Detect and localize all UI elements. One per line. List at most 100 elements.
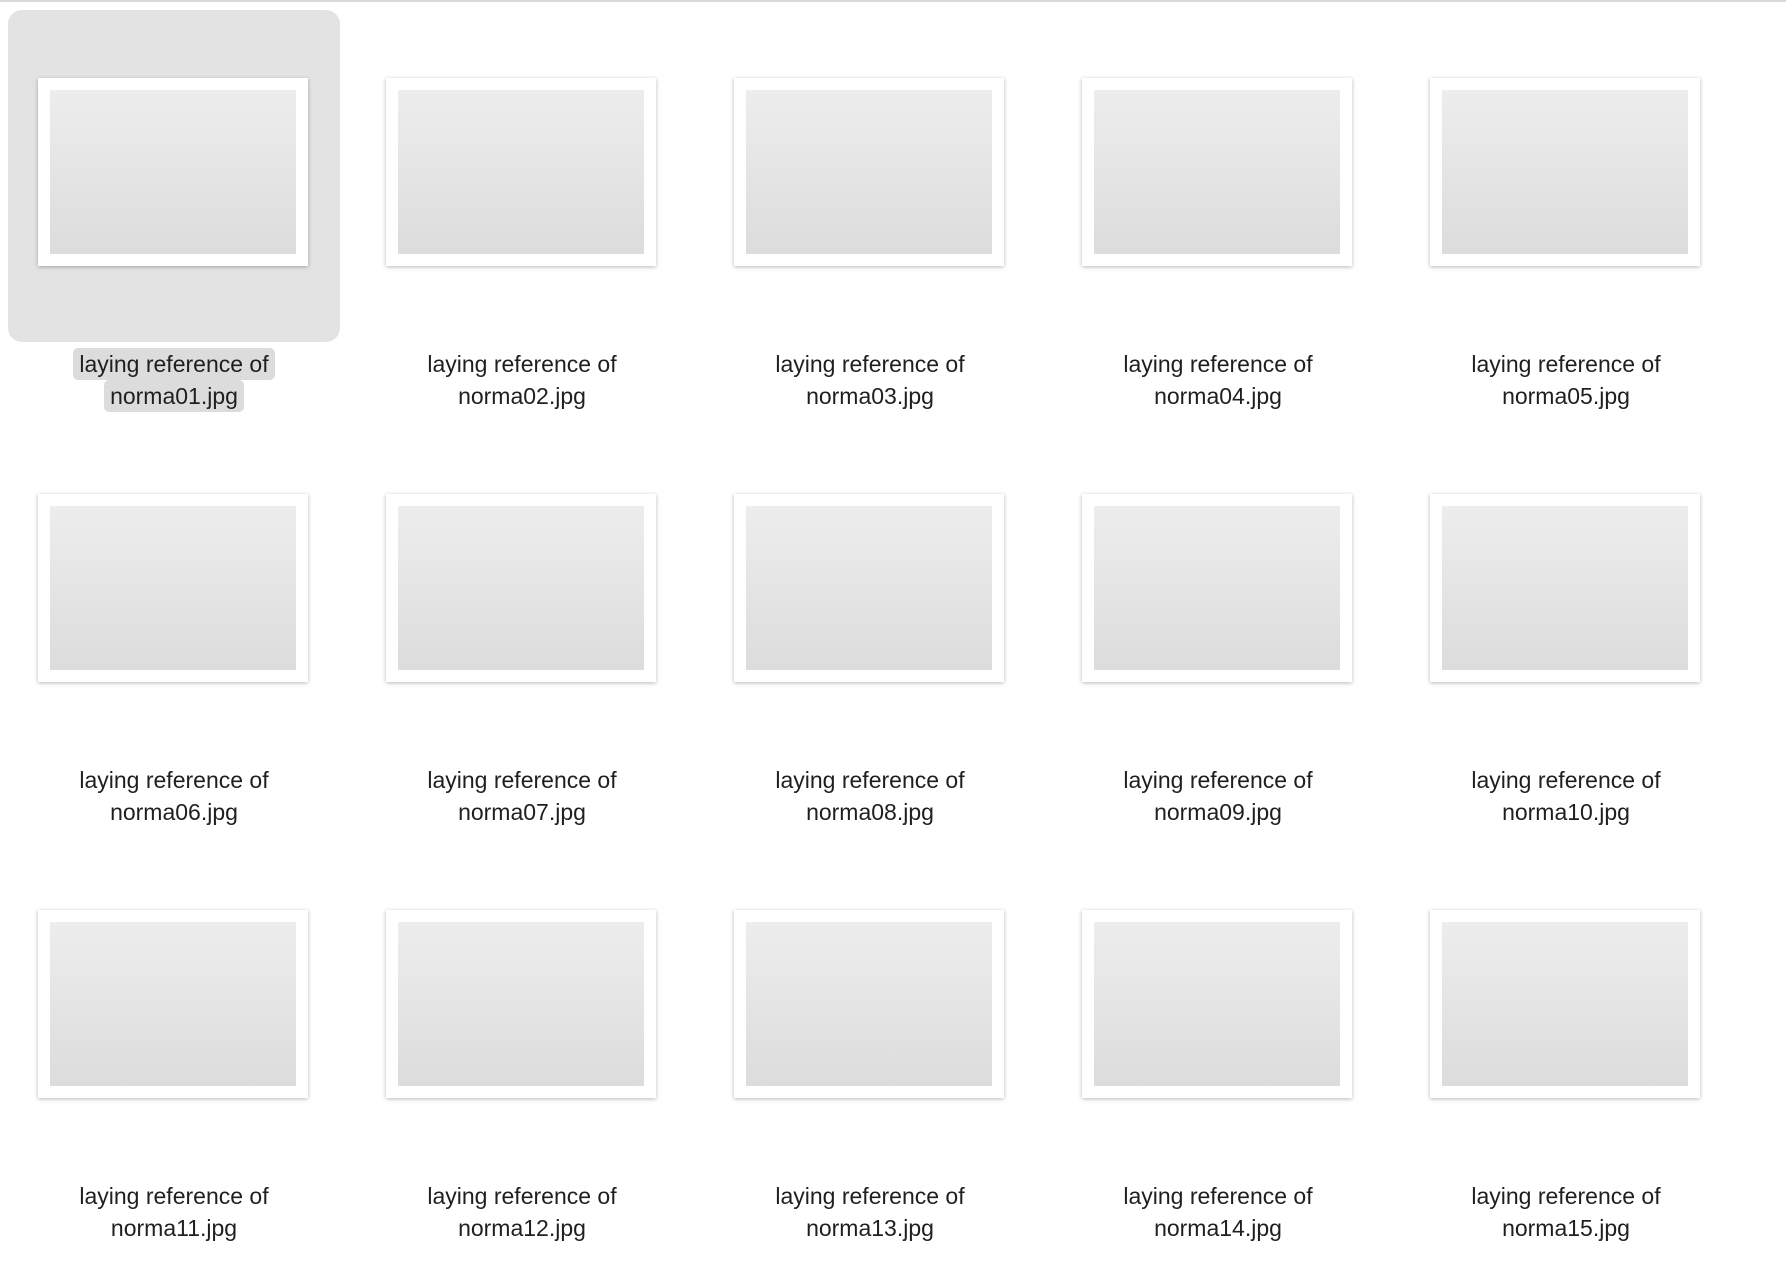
thumbnail-selection-area[interactable] xyxy=(1052,10,1384,342)
image-thumbnail[interactable] xyxy=(1082,78,1352,266)
image-placeholder-icon xyxy=(398,90,644,254)
file-item[interactable]: laying reference of norma11.jpg xyxy=(8,842,356,1258)
file-name-line-2: norma07.jpg xyxy=(458,799,586,825)
image-thumbnail[interactable] xyxy=(734,78,1004,266)
image-placeholder-icon xyxy=(398,506,644,670)
file-item[interactable]: laying reference of norma01.jpg xyxy=(8,10,356,426)
file-name-label[interactable]: laying reference of norma04.jpg xyxy=(1052,348,1384,412)
file-item[interactable]: laying reference of norma09.jpg xyxy=(1052,426,1400,842)
file-item[interactable]: laying reference of norma06.jpg xyxy=(8,426,356,842)
file-name-line-2: norma03.jpg xyxy=(806,383,934,409)
image-thumbnail[interactable] xyxy=(734,910,1004,1098)
file-name-line-2: norma14.jpg xyxy=(1154,1215,1282,1241)
thumbnail-selection-area[interactable] xyxy=(1400,842,1732,1174)
file-name-label[interactable]: laying reference of norma09.jpg xyxy=(1052,764,1384,828)
thumbnail-selection-area[interactable] xyxy=(356,842,688,1174)
image-thumbnail[interactable] xyxy=(38,78,308,266)
file-name-line-2: norma15.jpg xyxy=(1502,1215,1630,1241)
file-item[interactable]: laying reference of norma14.jpg xyxy=(1052,842,1400,1258)
file-name-line-1: laying reference of xyxy=(1471,767,1661,793)
file-item[interactable]: laying reference of norma10.jpg xyxy=(1400,426,1748,842)
file-name-label[interactable]: laying reference of norma12.jpg xyxy=(356,1180,688,1244)
file-name-label[interactable]: laying reference of norma05.jpg xyxy=(1400,348,1732,412)
file-name-label[interactable]: laying reference of norma15.jpg xyxy=(1400,1180,1732,1244)
thumbnail-selection-area[interactable] xyxy=(1400,426,1732,758)
thumbnail-selection-area[interactable] xyxy=(1052,426,1384,758)
file-name-line-2: norma11.jpg xyxy=(110,1215,238,1241)
image-placeholder-icon xyxy=(50,922,296,1086)
file-name-line-1: laying reference of xyxy=(1123,351,1313,377)
file-item[interactable]: laying reference of norma04.jpg xyxy=(1052,10,1400,426)
file-item[interactable]: laying reference of norma02.jpg xyxy=(356,10,704,426)
file-name-line-2: norma10.jpg xyxy=(1502,799,1630,825)
thumbnail-selection-area[interactable] xyxy=(704,426,1036,758)
file-name-label[interactable]: laying reference of norma11.jpg xyxy=(8,1180,340,1244)
file-item[interactable]: laying reference of norma03.jpg xyxy=(704,10,1052,426)
image-placeholder-icon xyxy=(50,506,296,670)
file-name-label[interactable]: laying reference of norma07.jpg xyxy=(356,764,688,828)
file-name-label[interactable]: laying reference of norma13.jpg xyxy=(704,1180,1036,1244)
file-name-label[interactable]: laying reference of norma01.jpg xyxy=(8,348,340,412)
file-name-line-2: norma12.jpg xyxy=(458,1215,586,1241)
file-item[interactable]: laying reference of norma07.jpg xyxy=(356,426,704,842)
thumbnail-selection-area[interactable] xyxy=(704,10,1036,342)
file-name-line-2: norma08.jpg xyxy=(806,799,934,825)
image-placeholder-icon xyxy=(746,90,992,254)
thumbnail-selection-area[interactable] xyxy=(356,10,688,342)
file-name-line-2: norma01.jpg xyxy=(104,380,244,412)
file-item[interactable]: laying reference of norma08.jpg xyxy=(704,426,1052,842)
image-placeholder-icon xyxy=(1094,506,1340,670)
file-item[interactable]: laying reference of norma05.jpg xyxy=(1400,10,1748,426)
image-placeholder-icon xyxy=(1442,922,1688,1086)
image-thumbnail[interactable] xyxy=(386,78,656,266)
image-thumbnail[interactable] xyxy=(1430,910,1700,1098)
file-name-label[interactable]: laying reference of norma06.jpg xyxy=(8,764,340,828)
image-placeholder-icon xyxy=(398,922,644,1086)
file-name-line-1: laying reference of xyxy=(1123,767,1313,793)
thumbnail-selection-area[interactable] xyxy=(8,842,340,1174)
image-placeholder-icon xyxy=(1094,922,1340,1086)
file-name-line-2: norma02.jpg xyxy=(458,383,586,409)
file-item[interactable]: laying reference of norma13.jpg xyxy=(704,842,1052,1258)
file-name-line-2: norma04.jpg xyxy=(1154,383,1282,409)
image-thumbnail[interactable] xyxy=(1430,78,1700,266)
image-thumbnail[interactable] xyxy=(1082,494,1352,682)
thumbnail-selection-area[interactable] xyxy=(8,426,340,758)
image-thumbnail[interactable] xyxy=(386,494,656,682)
file-item[interactable]: laying reference of norma15.jpg xyxy=(1400,842,1748,1258)
image-thumbnail[interactable] xyxy=(1082,910,1352,1098)
image-thumbnail[interactable] xyxy=(38,494,308,682)
file-grid: laying reference of norma01.jpg laying ref… xyxy=(8,10,1748,1258)
file-name-line-1: laying reference of xyxy=(79,767,269,793)
file-name-label[interactable]: laying reference of norma03.jpg xyxy=(704,348,1036,412)
file-name-line-1: laying reference of xyxy=(427,351,617,377)
file-name-line-1: laying reference of xyxy=(427,1183,617,1209)
thumbnail-selection-area[interactable] xyxy=(8,10,340,342)
file-name-line-2: norma09.jpg xyxy=(1154,799,1282,825)
file-name-label[interactable]: laying reference of norma10.jpg xyxy=(1400,764,1732,828)
file-name-line-1: laying reference of xyxy=(73,348,275,380)
file-item[interactable]: laying reference of norma12.jpg xyxy=(356,842,704,1258)
image-placeholder-icon xyxy=(1442,506,1688,670)
file-name-line-1: laying reference of xyxy=(1471,1183,1661,1209)
file-name-label[interactable]: laying reference of norma08.jpg xyxy=(704,764,1036,828)
thumbnail-selection-area[interactable] xyxy=(356,426,688,758)
file-name-line-1: laying reference of xyxy=(1123,1183,1313,1209)
image-thumbnail[interactable] xyxy=(734,494,1004,682)
image-placeholder-icon xyxy=(1442,90,1688,254)
thumbnail-selection-area[interactable] xyxy=(1400,10,1732,342)
file-name-line-2: norma06.jpg xyxy=(110,799,238,825)
image-thumbnail[interactable] xyxy=(38,910,308,1098)
file-name-line-1: laying reference of xyxy=(427,767,617,793)
image-placeholder-icon xyxy=(50,90,296,254)
file-name-line-1: laying reference of xyxy=(775,767,965,793)
file-name-label[interactable]: laying reference of norma14.jpg xyxy=(1052,1180,1384,1244)
file-name-label[interactable]: laying reference of norma02.jpg xyxy=(356,348,688,412)
file-name-line-1: laying reference of xyxy=(1471,351,1661,377)
file-name-line-1: laying reference of xyxy=(775,1183,965,1209)
thumbnail-selection-area[interactable] xyxy=(704,842,1036,1174)
image-thumbnail[interactable] xyxy=(1430,494,1700,682)
image-placeholder-icon xyxy=(746,506,992,670)
thumbnail-selection-area[interactable] xyxy=(1052,842,1384,1174)
image-thumbnail[interactable] xyxy=(386,910,656,1098)
